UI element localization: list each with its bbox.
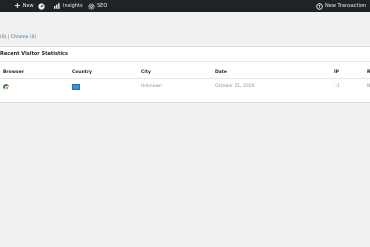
dashboard-menu[interactable] — [38, 0, 45, 12]
insights-menu[interactable]: Insights — [54, 0, 83, 12]
admin-bar: ıl + New Insights SEO New Transaction — [0, 0, 370, 12]
flag-icon — [72, 84, 80, 90]
chrome-icon — [3, 84, 10, 91]
plus-icon: + — [14, 1, 21, 10]
new-content-menu[interactable]: + New — [14, 0, 34, 12]
recent-visitor-statistics-panel: Recent Visitor Statistics Browser Countr… — [0, 46, 370, 103]
cell-city: Unknown — [141, 84, 162, 89]
seo-menu[interactable]: SEO — [88, 0, 107, 12]
new-content-label: New — [22, 3, 34, 9]
filter-chrome-link[interactable]: Chrome — [11, 35, 29, 40]
filter-separator: | — [7, 35, 10, 40]
column-header-date: Date — [215, 70, 227, 75]
column-header-city: City — [141, 70, 151, 75]
browser-filter-links: (0) | Chrome (0) — [0, 35, 36, 40]
gear-icon — [88, 2, 95, 10]
insights-label: Insights — [63, 3, 83, 9]
dashboard-gauge-icon — [38, 2, 45, 10]
filter-chrome-count: (0) — [29, 35, 37, 40]
column-header-country: Country — [72, 70, 93, 75]
filter-prefix-count: (0) — [0, 35, 7, 40]
cell-ip: ::1 — [334, 84, 340, 89]
table-header-rule — [0, 78, 370, 79]
new-transaction-menu[interactable]: New Transaction — [316, 0, 366, 12]
new-transaction-label: New Transaction — [325, 3, 367, 9]
panel-title: Recent Visitor Statistics — [0, 51, 68, 57]
panel-divider — [0, 61, 370, 62]
seo-label: SEO — [97, 3, 108, 9]
column-header-browser: Browser — [3, 70, 24, 75]
bar-chart-icon — [54, 3, 60, 9]
column-header-ip: IP — [334, 70, 339, 75]
cell-date: October 21, 2020 — [215, 84, 255, 89]
transaction-circle-icon — [316, 2, 323, 10]
